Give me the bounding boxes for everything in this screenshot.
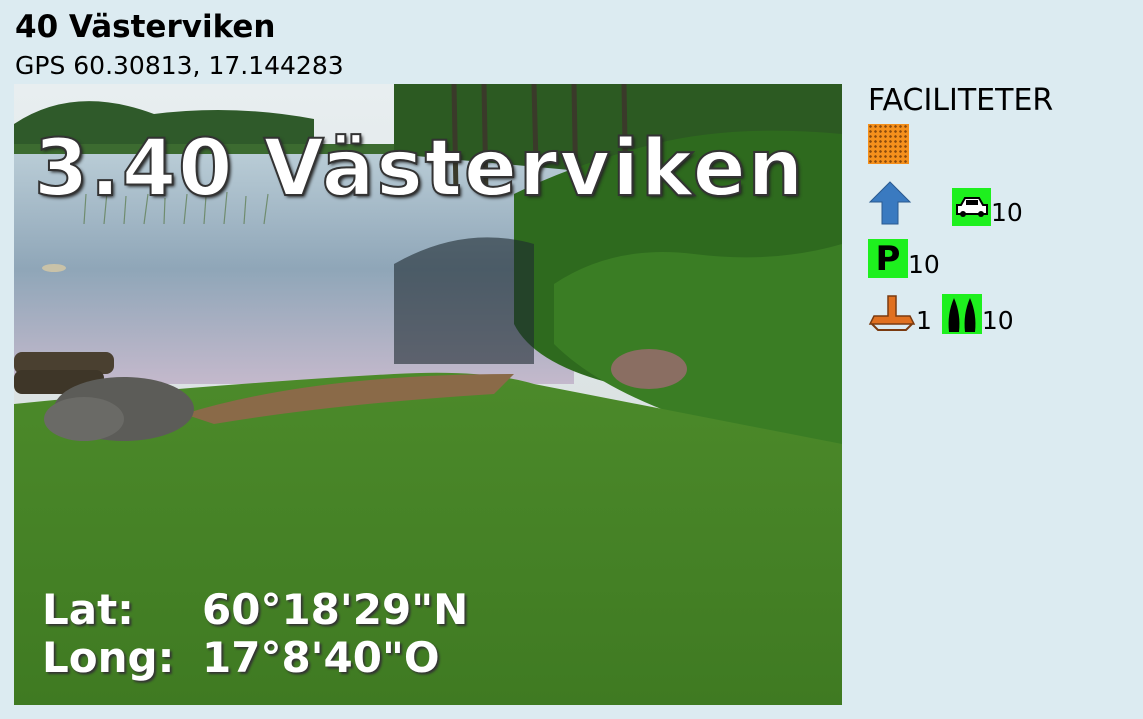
- gps-coordinates: GPS 60.30813, 17.144283: [15, 51, 344, 80]
- facility-row-arrow-car: 10: [868, 176, 1138, 226]
- latitude-value: 60°18'29"N: [202, 585, 469, 634]
- page-title: 40 Västerviken: [15, 9, 276, 45]
- facilities-panel: FACILITETER 10 P 10 1 10: [868, 82, 1138, 334]
- latitude-label: Lat:: [42, 585, 134, 634]
- facility-row-anchor-boats: 1 10: [868, 278, 1138, 334]
- car-icon: [952, 188, 991, 226]
- facilities-heading: FACILITETER: [868, 83, 1054, 118]
- parking-icon: P: [868, 239, 908, 279]
- longitude-label: Long:: [42, 633, 175, 682]
- photo-coordinates: Lat: 60°18'29"N Long: 17°8'40"O: [42, 586, 468, 682]
- sand-beach-icon: [868, 124, 909, 164]
- arrow-up-icon: [868, 181, 912, 225]
- facility-row-parking: P 10: [868, 226, 1138, 279]
- anchor-count: 1: [916, 306, 932, 335]
- anchor-icon: [868, 295, 916, 331]
- photo-caption: 3.40 Västerviken: [33, 123, 806, 215]
- longitude-value: 17°8'40"O: [202, 633, 440, 682]
- parking-count: 10: [908, 250, 940, 279]
- car-count: 10: [991, 198, 1023, 227]
- boats-icon: [941, 294, 982, 334]
- location-photo: 3.40 Västerviken Lat: 60°18'29"N Long: 1…: [14, 84, 842, 705]
- boats-count: 10: [981, 306, 1014, 335]
